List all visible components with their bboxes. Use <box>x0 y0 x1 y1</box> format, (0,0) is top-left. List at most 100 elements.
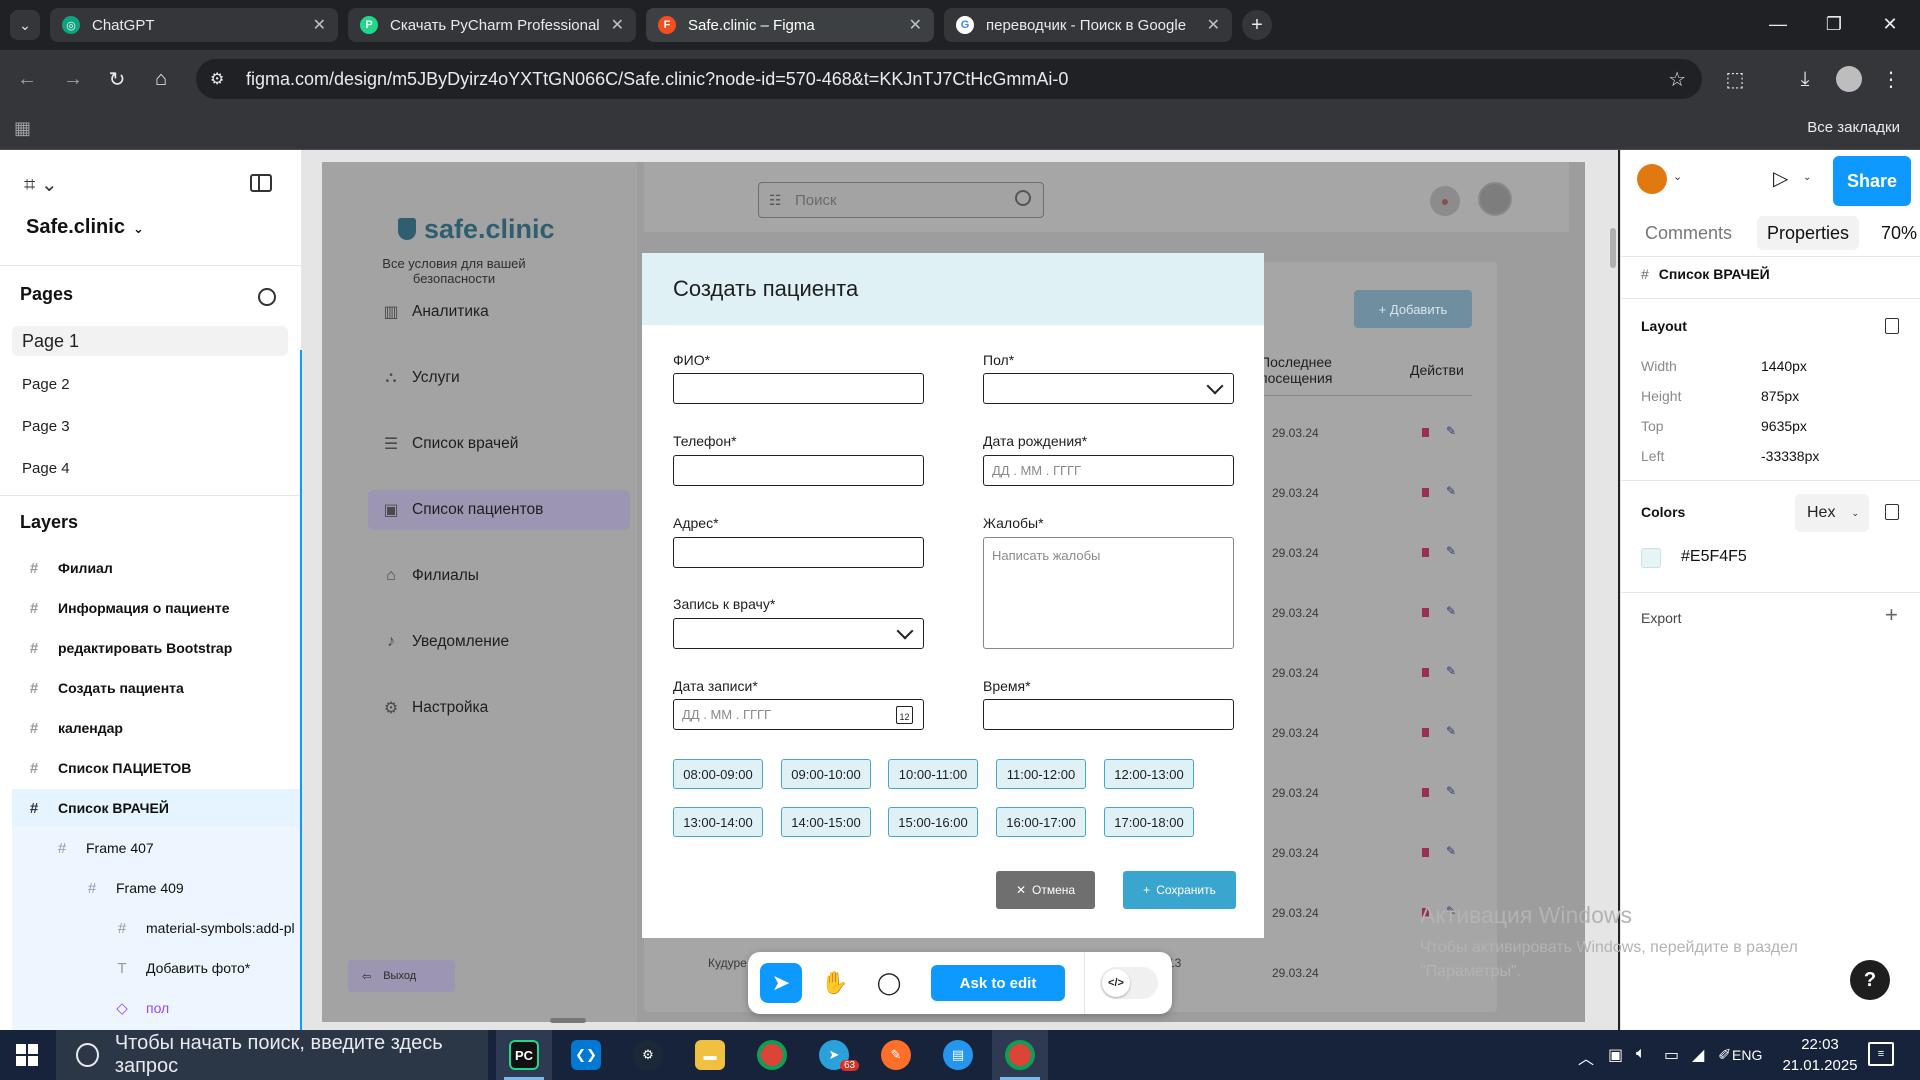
taskbar-app-docker[interactable]: ▤ <box>930 1030 986 1080</box>
notification-icon[interactable]: ≡ <box>1868 1042 1894 1066</box>
figma-menu-icon[interactable]: ⌗ ⌄ <box>24 172 58 197</box>
delete-icon[interactable] <box>1422 608 1429 617</box>
extensions-icon[interactable]: ⬚ <box>1720 64 1750 94</box>
delete-icon[interactable] <box>1422 488 1429 497</box>
time-slot[interactable]: 09:00-10:00 <box>781 759 871 789</box>
time-slot[interactable]: 17:00-18:00 <box>1104 807 1194 837</box>
fio-field[interactable] <box>673 373 924 404</box>
page-item[interactable]: Page 3 <box>12 411 288 441</box>
time-slot[interactable]: 11:00-12:00 <box>996 759 1086 789</box>
ask-to-edit-button[interactable]: Ask to edit <box>931 965 1065 1001</box>
taskbar-app-explorer[interactable]: ▬ <box>682 1030 738 1080</box>
color-format-select[interactable]: Hex ⌄ <box>1795 494 1869 532</box>
nav-item-notifications[interactable]: ♪ Уведомление <box>368 622 630 662</box>
nav-item-branches[interactable]: ⌂ Филиалы <box>368 556 630 596</box>
layer-item-selected[interactable]: # Список ВРАЧЕЙ <box>12 789 300 827</box>
tray-language[interactable]: ENG <box>1732 1047 1762 1063</box>
tray-clock[interactable]: 22:03 21.01.2025 <box>1782 1034 1858 1076</box>
nav-item-doctors[interactable]: ☰ Список врачей <box>368 424 630 464</box>
time-slot[interactable]: 16:00-17:00 <box>996 807 1086 837</box>
color-swatch[interactable] <box>1641 548 1661 568</box>
tab-properties[interactable]: Properties <box>1757 216 1860 250</box>
close-icon[interactable]: ✕ <box>313 15 326 35</box>
layer-item[interactable]: # Информация о пациенте <box>12 589 300 627</box>
bookmark-star-icon[interactable]: ☆ <box>1668 67 1686 92</box>
tray-chevron-up-icon[interactable]: ︿ <box>1578 1045 1594 1069</box>
bell-icon[interactable]: ● <box>1430 186 1460 216</box>
taskbar-app-paint[interactable]: ✎ <box>868 1030 924 1080</box>
chevron-down-icon[interactable]: ⌄ <box>1673 170 1682 183</box>
tab-chatgpt[interactable]: ◎ ChatGPT ✕ <box>50 8 338 42</box>
layer-item[interactable]: # material-symbols:add-pl <box>12 909 302 947</box>
url-bar[interactable]: ⚙ figma.com/design/m5JByDyirz4oYXTtGN066… <box>196 59 1702 99</box>
tray-volume-icon[interactable]: 🔈︎ <box>1636 1045 1646 1063</box>
edit-icon[interactable]: ✎ <box>1446 544 1456 558</box>
edit-icon[interactable]: ✎ <box>1446 844 1456 858</box>
tray-device-icon[interactable]: ▣ <box>1608 1045 1623 1065</box>
layer-item[interactable]: # Frame 407 <box>12 829 300 867</box>
design-search-input[interactable]: ☷ Поиск <box>758 182 1044 218</box>
tab-search-button[interactable]: ⌄ <box>10 10 40 40</box>
windows-start-icon[interactable] <box>16 1044 38 1066</box>
time-slot[interactable]: 08:00-09:00 <box>673 759 763 789</box>
new-tab-button[interactable]: + <box>1242 10 1272 40</box>
layer-item[interactable]: # Frame 409 <box>12 869 300 907</box>
delete-icon[interactable] <box>1422 428 1429 437</box>
calendar-icon[interactable]: 12 <box>896 706 913 724</box>
back-icon[interactable]: ← <box>12 64 42 94</box>
time-slot[interactable]: 15:00-16:00 <box>888 807 978 837</box>
layer-item[interactable]: T Добавить фото* <box>12 949 300 987</box>
color-value[interactable]: #E5F4F5 <box>1681 548 1747 566</box>
edit-icon[interactable]: ✎ <box>1446 604 1456 618</box>
delete-icon[interactable] <box>1422 848 1429 857</box>
save-button[interactable]: + Сохранить <box>1123 871 1236 909</box>
copy-icon[interactable] <box>1885 504 1899 520</box>
complaints-textarea[interactable]: Написать жалобы <box>983 537 1234 649</box>
time-slot[interactable]: 10:00-11:00 <box>888 759 978 789</box>
taskbar-search[interactable]: Чтобы начать поиск, введите здесь запрос <box>56 1030 488 1080</box>
time-slot[interactable]: 13:00-14:00 <box>673 807 763 837</box>
close-icon[interactable]: ✕ <box>1207 15 1220 35</box>
edit-icon[interactable]: ✎ <box>1446 784 1456 798</box>
minimize-button[interactable]: — <box>1750 0 1806 48</box>
play-icon[interactable]: ▷ <box>1773 166 1788 191</box>
edit-icon[interactable]: ✎ <box>1446 484 1456 498</box>
delete-icon[interactable] <box>1422 728 1429 737</box>
tab-google[interactable]: G переводчик - Поиск в Google ✕ <box>944 8 1232 42</box>
panel-toggle-icon[interactable] <box>250 174 272 192</box>
phone-field[interactable] <box>673 455 924 486</box>
downloads-icon[interactable]: ⤓ <box>1790 64 1820 94</box>
close-icon[interactable]: ✕ <box>909 15 922 35</box>
time-slot[interactable]: 12:00-13:00 <box>1104 759 1194 789</box>
gender-select[interactable] <box>983 373 1234 404</box>
delete-icon[interactable] <box>1422 668 1429 677</box>
tray-network-icon[interactable]: ◢ <box>1692 1045 1704 1065</box>
browser-menu-icon[interactable]: ⋮ <box>1876 64 1906 94</box>
taskbar-app-chrome[interactable] <box>744 1030 800 1080</box>
chevron-down-icon[interactable]: ⌄ <box>1803 172 1811 183</box>
layer-item[interactable]: # редактировать Bootstrap <box>12 629 300 667</box>
edit-icon[interactable]: ✎ <box>1446 424 1456 438</box>
edit-icon[interactable]: ✎ <box>1446 724 1456 738</box>
edit-icon[interactable]: ✎ <box>1446 664 1456 678</box>
reload-icon[interactable]: ↻ <box>102 64 132 94</box>
tab-pycharm[interactable]: P Скачать PyCharm Professional ✕ <box>348 8 636 42</box>
comment-tool-icon[interactable]: ◯ <box>868 963 910 1003</box>
move-tool-icon[interactable]: ➤ <box>760 963 802 1003</box>
restore-button[interactable]: ❐ <box>1806 0 1862 48</box>
layer-item[interactable]: # календар <box>12 709 300 747</box>
taskbar-app-telegram[interactable]: ➤ 63 <box>806 1030 862 1080</box>
add-export-icon[interactable]: + <box>1885 602 1898 628</box>
forward-icon[interactable]: → <box>58 64 88 94</box>
home-icon[interactable]: ⌂ <box>146 64 176 94</box>
add-button[interactable]: + Добавить <box>1354 290 1472 328</box>
taskbar-app-chrome-active[interactable] <box>992 1030 1048 1080</box>
visit-date-field[interactable]: ДД . ММ . ГГГГ 12 <box>673 699 924 730</box>
close-window-button[interactable]: ✕ <box>1862 0 1918 48</box>
figma-canvas[interactable]: safe.clinic Все условия для вашей безопа… <box>302 150 1618 1030</box>
page-item[interactable]: Page 2 <box>12 369 288 399</box>
canvas-horizontal-scrollbar[interactable] <box>550 1018 586 1023</box>
nav-item-services[interactable]: ⛬ Услуги <box>368 358 630 398</box>
all-bookmarks-link[interactable]: Все закладки <box>1807 119 1900 136</box>
page-item[interactable]: Page 1 <box>12 326 288 356</box>
